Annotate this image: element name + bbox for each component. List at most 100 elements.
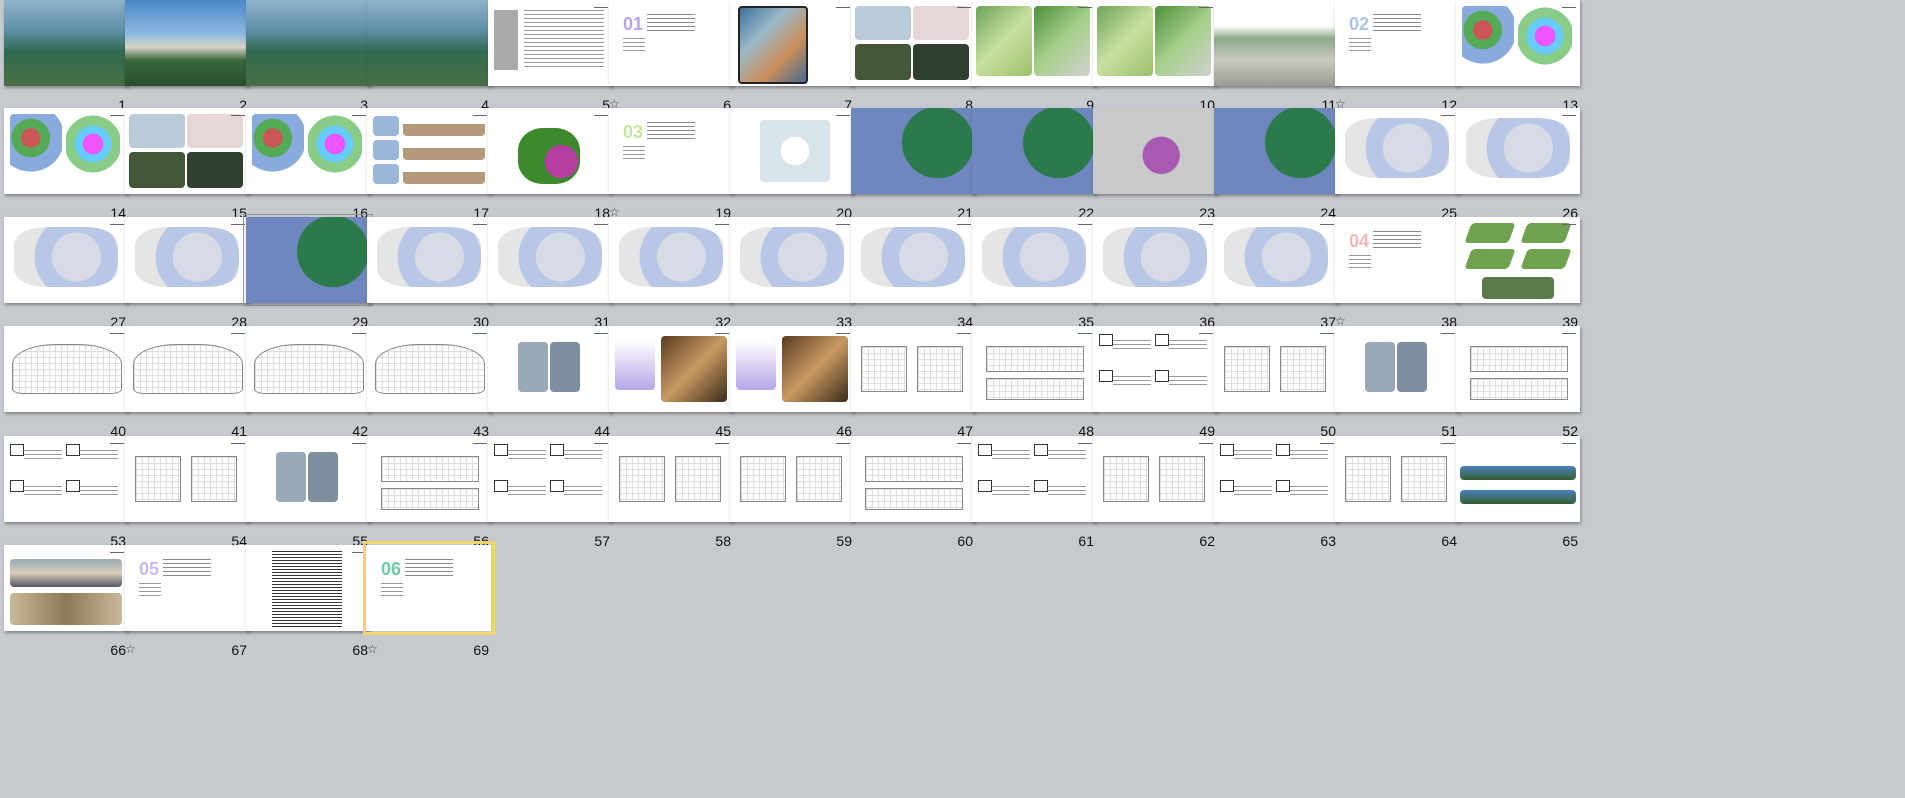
slide-preview[interactable] [1335,436,1459,522]
slide-preview[interactable] [1456,0,1580,86]
slide-thumbnail-22[interactable]: 22 [972,108,1096,221]
slide-preview[interactable] [1456,436,1580,522]
slide-preview[interactable] [1093,108,1217,194]
slide-preview[interactable]: 02 [1335,0,1459,86]
slide-preview[interactable] [972,436,1096,522]
slide-preview[interactable]: 05 [125,545,249,631]
slide-preview[interactable] [1093,217,1217,303]
slide-thumbnail-28[interactable]: 28 [125,217,249,330]
slide-preview[interactable] [246,326,370,412]
slide-thumbnail-29[interactable]: 29 [243,214,373,330]
slide-preview[interactable] [730,108,854,194]
slide-thumbnail-35[interactable]: 35 [972,217,1096,330]
slide-preview[interactable] [1093,436,1217,522]
slide-preview[interactable] [4,108,128,194]
slide-thumbnail-68[interactable]: 68 [246,545,370,658]
slide-preview[interactable] [488,217,612,303]
slide-preview[interactable] [4,326,128,412]
slide-thumbnail-25[interactable]: 25 [1335,108,1459,221]
slide-thumbnail-61[interactable]: 61 [972,436,1096,549]
slide-thumbnail-17[interactable]: 17 [367,108,491,221]
slide-preview[interactable] [972,108,1096,194]
slide-thumbnail-31[interactable]: 31 [488,217,612,330]
slide-thumbnail-55[interactable]: 55 [246,436,370,549]
slide-thumbnail-51[interactable]: 51 [1335,326,1459,439]
slide-preview[interactable] [246,436,370,522]
slide-thumbnail-57[interactable]: 57 [488,436,612,549]
slide-preview[interactable] [1456,217,1580,303]
slide-preview[interactable]: 03 [609,108,733,194]
slide-preview[interactable] [367,436,491,522]
slide-thumbnail-4[interactable]: 4 [367,0,491,113]
slide-thumbnail-56[interactable]: 56 [367,436,491,549]
slide-preview[interactable] [730,326,854,412]
slide-preview[interactable] [730,217,854,303]
slide-preview[interactable] [488,436,612,522]
slide-thumbnail-64[interactable]: 64 [1335,436,1459,549]
slide-thumbnail-62[interactable]: 62 [1093,436,1217,549]
slide-preview[interactable] [851,326,975,412]
slide-thumbnail-42[interactable]: 42 [246,326,370,439]
slide-preview[interactable] [972,0,1096,86]
slide-thumbnail-46[interactable]: 46 [730,326,854,439]
slide-thumbnail-9[interactable]: 9 [972,0,1096,113]
slide-thumbnail-20[interactable]: 20 [730,108,854,221]
slide-thumbnail-47[interactable]: 47 [851,326,975,439]
slide-preview[interactable] [1093,326,1217,412]
slide-thumbnail-43[interactable]: 43 [367,326,491,439]
slide-thumbnail-48[interactable]: 48 [972,326,1096,439]
slide-thumbnail-58[interactable]: 58 [609,436,733,549]
slide-thumbnail-12[interactable]: 02 ☆ 12 [1335,0,1459,113]
slide-preview[interactable] [125,108,249,194]
slide-preview[interactable] [4,545,128,631]
slide-thumbnail-69[interactable]: 06 ☆ 69 [363,541,495,658]
slide-thumbnail-63[interactable]: 63 [1214,436,1338,549]
slide-preview[interactable] [851,436,975,522]
slide-thumbnail-13[interactable]: 13 [1456,0,1580,113]
slide-preview[interactable] [246,545,370,631]
slide-preview[interactable] [972,217,1096,303]
slide-preview[interactable] [367,0,491,86]
slide-thumbnail-24[interactable]: 24 [1214,108,1338,221]
slide-thumbnail-50[interactable]: 50 [1214,326,1338,439]
slide-preview[interactable] [609,436,733,522]
slide-preview[interactable] [125,436,249,522]
slide-thumbnail-19[interactable]: 03 ☆ 19 [609,108,733,221]
slide-preview[interactable] [609,326,733,412]
slide-thumbnail-21[interactable]: 21 [851,108,975,221]
slide-preview[interactable] [246,0,370,86]
slide-preview[interactable] [851,0,975,86]
slide-preview[interactable] [1456,108,1580,194]
slide-preview[interactable] [367,217,491,303]
slide-thumbnail-5[interactable]: 5 [488,0,612,113]
slide-thumbnail-32[interactable]: 32 [609,217,733,330]
slide-thumbnail-23[interactable]: 23 [1093,108,1217,221]
slide-thumbnail-59[interactable]: 59 [730,436,854,549]
slide-preview[interactable] [851,217,975,303]
slide-preview[interactable] [367,326,491,412]
slide-preview[interactable] [1214,0,1338,86]
slide-thumbnail-40[interactable]: 40 [4,326,128,439]
slide-thumbnail-60[interactable]: 60 [851,436,975,549]
slide-preview[interactable] [488,108,612,194]
slide-thumbnail-53[interactable]: 53 [4,436,128,549]
slide-preview[interactable] [125,217,249,303]
slide-preview[interactable] [730,436,854,522]
slide-thumbnail-30[interactable]: 30 [367,217,491,330]
slide-thumbnail-15[interactable]: 15 [125,108,249,221]
slide-preview[interactable] [609,217,733,303]
slide-thumbnail-3[interactable]: 3 [246,0,370,113]
slide-preview[interactable] [851,108,975,194]
slide-preview[interactable]: 01 [609,0,733,86]
slide-thumbnail-66[interactable]: 66 [4,545,128,658]
slide-preview[interactable] [1335,326,1459,412]
slide-thumbnail-1[interactable]: 1 [4,0,128,113]
slide-preview[interactable] [4,0,128,86]
slide-thumbnail-2[interactable]: 2 [125,0,249,113]
slide-thumbnail-52[interactable]: 52 [1456,326,1580,439]
slide-thumbnail-18[interactable]: 18 [488,108,612,221]
slide-preview[interactable] [1093,0,1217,86]
slide-preview[interactable]: 04 [1335,217,1459,303]
slide-preview[interactable] [972,326,1096,412]
slide-thumbnail-27[interactable]: 27 [4,217,128,330]
